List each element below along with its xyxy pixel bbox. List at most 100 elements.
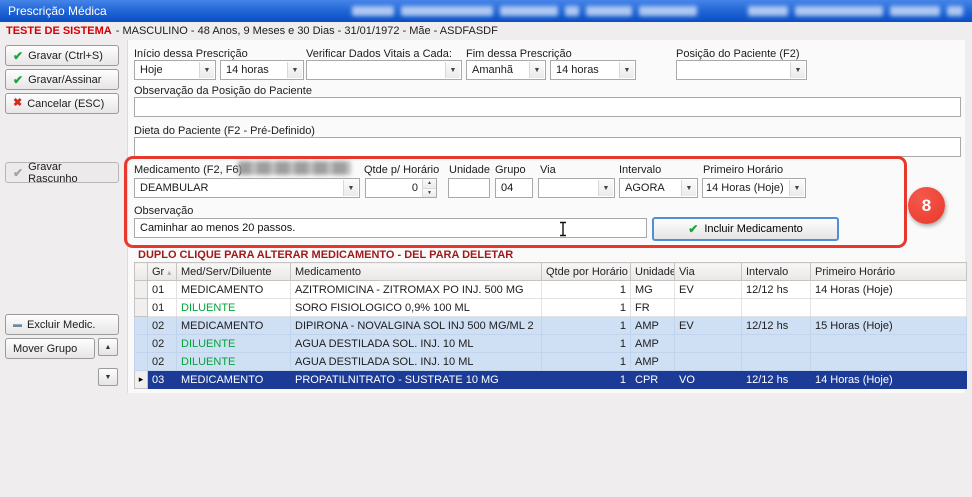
cell-qtde[interactable]: 1	[542, 371, 631, 389]
cell-tipo[interactable]: DILUENTE	[177, 299, 291, 317]
check-icon: ✔	[13, 50, 23, 62]
cell-medicamento[interactable]: DIPIRONA - NOVALGINA SOL INJ 500 MG/ML 2	[291, 317, 542, 335]
indicator-column-header	[135, 263, 148, 281]
cell-medicamento[interactable]: PROPATILNITRATO - SUSTRATE 10 MG	[291, 371, 542, 389]
table-row[interactable]: 02MEDICAMENTODIPIRONA - NOVALGINA SOL IN…	[135, 317, 967, 335]
column-header-via[interactable]: Via	[675, 263, 742, 281]
inicio-label: Início dessa Prescrição	[134, 48, 248, 60]
gravar-assinar-button[interactable]: ✔ Gravar/Assinar	[5, 69, 119, 90]
cell-via[interactable]: VO	[675, 371, 742, 389]
column-header-unidade[interactable]: Unidade	[631, 263, 675, 281]
gravar-label: Gravar (Ctrl+S)	[28, 50, 103, 62]
observacao-input[interactable]	[134, 218, 647, 238]
column-header-gr[interactable]: Gr▴	[148, 263, 177, 281]
cell-primeiro-horario[interactable]: 14 Horas (Hoje)	[811, 371, 967, 389]
cell-intervalo[interactable]: 12/12 hs	[742, 317, 811, 335]
cell-unidade[interactable]: AMP	[631, 335, 675, 353]
cell-via[interactable]	[675, 335, 742, 353]
primeiro-horario-select[interactable]: 14 Horas (Hoje) ▼	[702, 178, 806, 198]
cell-primeiro-horario[interactable]: 15 Horas (Hoje)	[811, 317, 967, 335]
cell-intervalo[interactable]: 12/12 hs	[742, 281, 811, 299]
spin-up-icon[interactable]: ▲	[423, 179, 436, 188]
spin-down-icon[interactable]: ▼	[423, 188, 436, 198]
cell-intervalo[interactable]	[742, 353, 811, 371]
cell-via[interactable]: EV	[675, 317, 742, 335]
medicamento-label: Medicamento (F2, F6)	[134, 164, 242, 176]
cell-tipo[interactable]: MEDICAMENTO	[177, 371, 291, 389]
move-up-button[interactable]: ▲	[98, 338, 118, 356]
cell-qtde[interactable]: 1	[542, 353, 631, 371]
inicio-time-select[interactable]: 14 horas ▼	[220, 60, 304, 80]
text-cursor	[558, 221, 568, 240]
fim-day-select[interactable]: Amanhã ▼	[466, 60, 546, 80]
qtde-label: Qtde p/ Horário	[364, 164, 439, 176]
cell-tipo[interactable]: MEDICAMENTO	[177, 281, 291, 299]
table-hint: DUPLO CLIQUE PARA ALTERAR MEDICAMENTO - …	[138, 249, 513, 261]
inicio-day-select[interactable]: Hoje ▼	[134, 60, 216, 80]
gravar-button[interactable]: ✔ Gravar (Ctrl+S)	[5, 45, 119, 66]
posicao-select[interactable]: ▼	[676, 60, 807, 80]
cell-tipo[interactable]: DILUENTE	[177, 335, 291, 353]
cell-qtde[interactable]: 1	[542, 335, 631, 353]
quantity-stepper[interactable]: 0 ▲ ▼	[365, 178, 437, 198]
cell-qtde[interactable]: 1	[542, 281, 631, 299]
cell-gr[interactable]: 01	[148, 281, 177, 299]
dieta-input[interactable]	[134, 137, 961, 157]
grupo-input[interactable]	[495, 178, 533, 198]
cell-medicamento[interactable]: AGUA DESTILADA SOL. INJ. 10 ML	[291, 335, 542, 353]
medicamento-select[interactable]: DEAMBULAR ▼	[134, 178, 360, 198]
table-row[interactable]: 02DILUENTEAGUA DESTILADA SOL. INJ. 10 ML…	[135, 335, 967, 353]
column-header-medicamento[interactable]: Medicamento	[291, 263, 542, 281]
column-header-qtde-por-hor-rio[interactable]: Qtde por Horário	[542, 263, 631, 281]
cancelar-button[interactable]: ✖ Cancelar (ESC)	[5, 93, 119, 114]
grupo-label: Grupo	[495, 164, 526, 176]
cell-intervalo[interactable]: 12/12 hs	[742, 371, 811, 389]
cell-primeiro-horario[interactable]: 14 Horas (Hoje)	[811, 281, 967, 299]
cell-via[interactable]	[675, 299, 742, 317]
cell-primeiro-horario[interactable]	[811, 353, 967, 371]
intervalo-select[interactable]: AGORA ▼	[619, 178, 698, 198]
cell-qtde[interactable]: 1	[542, 299, 631, 317]
cell-gr[interactable]: 02	[148, 335, 177, 353]
incluir-medicamento-button[interactable]: ✔ Incluir Medicamento	[652, 217, 839, 241]
via-select[interactable]: ▼	[538, 178, 615, 198]
row-indicator	[135, 317, 148, 335]
table-row[interactable]: 01MEDICAMENTOAZITROMICINA - ZITROMAX PO …	[135, 281, 967, 299]
excluir-medic-button[interactable]: ▬ Excluir Medic.	[5, 314, 119, 335]
cell-tipo[interactable]: MEDICAMENTO	[177, 317, 291, 335]
cell-gr[interactable]: 02	[148, 317, 177, 335]
cell-qtde[interactable]: 1	[542, 317, 631, 335]
cell-intervalo[interactable]	[742, 299, 811, 317]
vitais-select[interactable]: ▼	[306, 60, 462, 80]
cell-gr[interactable]: 03	[148, 371, 177, 389]
cell-intervalo[interactable]	[742, 335, 811, 353]
fim-time-select[interactable]: 14 horas ▼	[550, 60, 636, 80]
column-header-med-serv-diluente[interactable]: Med/Serv/Diluente	[177, 263, 291, 281]
mover-grupo-button[interactable]: Mover Grupo	[5, 338, 95, 359]
cell-via[interactable]	[675, 353, 742, 371]
column-header-intervalo[interactable]: Intervalo	[742, 263, 811, 281]
obs-posicao-input[interactable]	[134, 97, 961, 117]
cell-gr[interactable]: 02	[148, 353, 177, 371]
cell-via[interactable]: EV	[675, 281, 742, 299]
cell-medicamento[interactable]: AGUA DESTILADA SOL. INJ. 10 ML	[291, 353, 542, 371]
cell-unidade[interactable]: MG	[631, 281, 675, 299]
move-down-button[interactable]: ▼	[98, 368, 118, 386]
cell-tipo[interactable]: DILUENTE	[177, 353, 291, 371]
cell-gr[interactable]: 01	[148, 299, 177, 317]
cell-unidade[interactable]: AMP	[631, 317, 675, 335]
unidade-input[interactable]	[448, 178, 490, 198]
table-row[interactable]: ▸03MEDICAMENTOPROPATILNITRATO - SUSTRATE…	[135, 371, 967, 389]
cell-unidade[interactable]: FR	[631, 299, 675, 317]
chevron-down-icon: ▼	[598, 180, 613, 196]
cell-primeiro-horario[interactable]	[811, 335, 967, 353]
cell-unidade[interactable]: AMP	[631, 353, 675, 371]
table-row[interactable]: 01DILUENTESORO FISIOLOGICO 0,9% 100 ML1F…	[135, 299, 967, 317]
cell-medicamento[interactable]: AZITROMICINA - ZITROMAX PO INJ. 500 MG	[291, 281, 542, 299]
cell-unidade[interactable]: CPR	[631, 371, 675, 389]
gravar-rascunho-button[interactable]: ✔ Gravar Rascunho	[5, 162, 119, 183]
cell-medicamento[interactable]: SORO FISIOLOGICO 0,9% 100 ML	[291, 299, 542, 317]
table-row[interactable]: 02DILUENTEAGUA DESTILADA SOL. INJ. 10 ML…	[135, 353, 967, 371]
cell-primeiro-horario[interactable]	[811, 299, 967, 317]
column-header-primeiro-hor-rio[interactable]: Primeiro Horário	[811, 263, 967, 281]
